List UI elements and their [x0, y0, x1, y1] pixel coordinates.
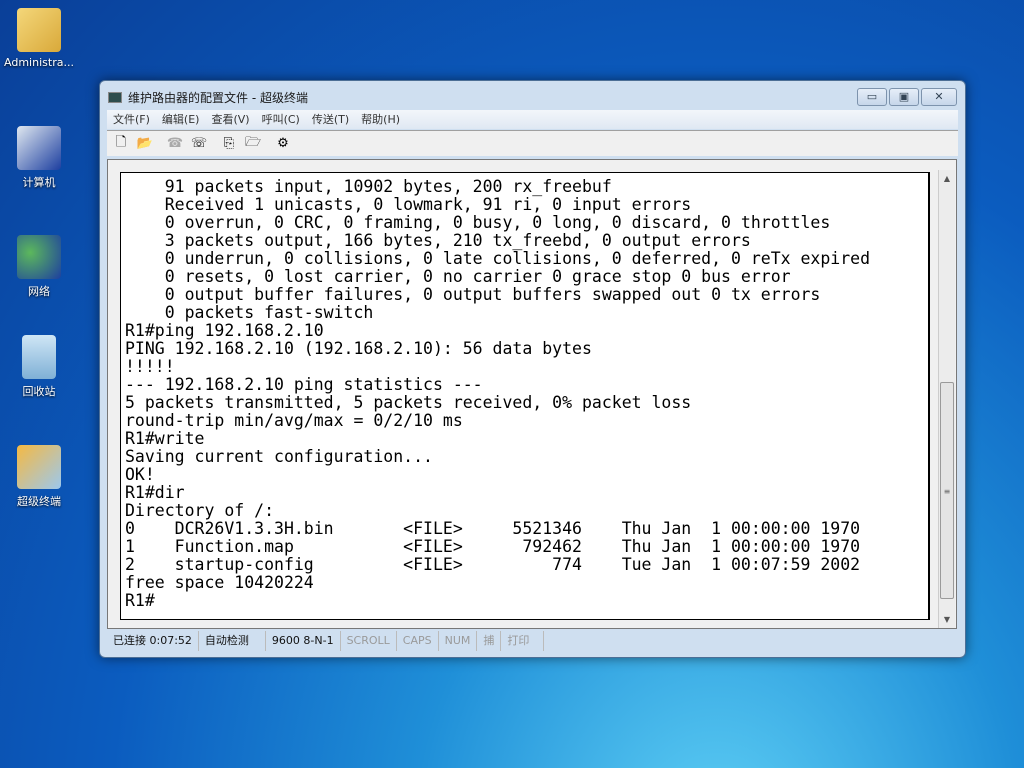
open-icon[interactable]: 📂	[136, 136, 154, 151]
terminal-line: 3 packets output, 166 bytes, 210 tx_free…	[125, 231, 751, 250]
desktop-icon-hyperterminal[interactable]: 超级终端	[1, 445, 77, 509]
terminal-line: Directory of /:	[125, 501, 275, 520]
terminal-line: R1#write	[125, 429, 205, 448]
terminal-line: 0 resets, 0 lost carrier, 0 no carrier 0…	[125, 267, 791, 286]
properties-icon[interactable]: ⚙	[274, 136, 292, 151]
status-num: NUM	[439, 631, 478, 651]
window-title: 维护路由器的配置文件 - 超级终端	[128, 91, 308, 105]
desktop-icon-administrator[interactable]: Administra...	[1, 8, 77, 69]
recycle-bin-icon	[22, 335, 56, 379]
title-bar[interactable]: 维护路由器的配置文件 - 超级终端	[108, 89, 308, 106]
menu-bar: 文件(F) 编辑(E) 查看(V) 呼叫(C) 传送(T) 帮助(H)	[107, 110, 958, 129]
terminal-line: Received 1 unicasts, 0 lowmark, 91 ri, 0…	[125, 195, 692, 214]
user-folder-icon	[17, 8, 61, 52]
network-icon	[17, 235, 61, 279]
terminal-line: OK!	[125, 465, 155, 484]
vertical-scrollbar[interactable]: ▲ ≡ ▼	[938, 170, 955, 628]
app-icon	[108, 92, 122, 103]
close-button[interactable]: ✕	[921, 88, 957, 106]
terminal-line: !!!!!	[125, 357, 175, 376]
hyperterminal-window: 维护路由器的配置文件 - 超级终端 ▭ ▣ ✕ 文件(F) 编辑(E) 查看(V…	[99, 80, 966, 658]
maximize-button[interactable]: ▣	[889, 88, 919, 106]
desktop-icon-computer[interactable]: 计算机	[1, 126, 77, 190]
hyperterminal-icon	[17, 445, 61, 489]
menu-transfer[interactable]: 传送(T)	[312, 110, 349, 129]
minimize-button[interactable]: ▭	[857, 88, 887, 106]
terminal-line: 0 underrun, 0 collisions, 0 late collisi…	[125, 249, 871, 268]
terminal-line: R1#dir	[125, 483, 185, 502]
terminal-line: 0 DCR26V1.3.3H.bin <FILE> 5521346 Thu Ja…	[125, 519, 861, 538]
terminal-line: free space 10420224	[125, 573, 314, 592]
terminal-line: Saving current configuration...	[125, 447, 433, 466]
terminal-line: R1#ping 192.168.2.10	[125, 321, 324, 340]
terminal-line: 0 overrun, 0 CRC, 0 framing, 0 busy, 0 l…	[125, 213, 831, 232]
terminal-line: 1 Function.map <FILE> 792462 Thu Jan 1 0…	[125, 537, 861, 556]
status-print: 打印	[501, 631, 545, 651]
status-capture: 捕	[477, 631, 502, 651]
menu-edit[interactable]: 编辑(E)	[162, 110, 200, 129]
computer-icon	[17, 126, 61, 170]
scrollbar-thumb[interactable]: ≡	[940, 382, 954, 599]
menu-view[interactable]: 查看(V)	[211, 110, 249, 129]
status-baud: 9600 8-N-1	[266, 631, 341, 651]
terminal-line: 91 packets input, 10902 bytes, 200 rx_fr…	[125, 177, 612, 196]
terminal-line: --- 192.168.2.10 ping statistics ---	[125, 375, 483, 394]
new-icon[interactable]: 🗋	[112, 133, 130, 155]
terminal-line: 5 packets transmitted, 5 packets receive…	[125, 393, 692, 412]
menu-call[interactable]: 呼叫(C)	[262, 110, 300, 129]
terminal-line: 2 startup-config <FILE> 774 Tue Jan 1 00…	[125, 555, 861, 574]
status-caps: CAPS	[397, 631, 439, 651]
disconnect-icon[interactable]: ☏	[190, 136, 208, 151]
desktop-icon-network[interactable]: 网络	[1, 235, 77, 299]
terminal-line: PING 192.168.2.10 (192.168.2.10): 56 dat…	[125, 339, 592, 358]
terminal-line: round-trip min/avg/max = 0/2/10 ms	[125, 411, 463, 430]
menu-help[interactable]: 帮助(H)	[361, 110, 400, 129]
menu-file[interactable]: 文件(F)	[113, 110, 150, 129]
receive-icon[interactable]: 🗁	[244, 133, 262, 155]
toolbar: 🗋 📂 ☎ ☏ ⎘ 🗁 ⚙	[107, 130, 958, 156]
terminal-line: R1#	[125, 591, 155, 610]
terminal-line: 0 packets fast-switch	[125, 303, 374, 322]
status-detect: 自动检测	[199, 631, 266, 651]
call-icon[interactable]: ☎	[166, 136, 184, 151]
terminal-output: 91 packets input, 10902 bytes, 200 rx_fr…	[125, 178, 870, 610]
desktop-icon-recycle-bin[interactable]: 回收站	[1, 335, 77, 399]
scroll-down-arrow-icon[interactable]: ▼	[939, 611, 955, 628]
terminal-line: 0 output buffer failures, 0 output buffe…	[125, 285, 821, 304]
terminal-area[interactable]: 91 packets input, 10902 bytes, 200 rx_fr…	[107, 159, 957, 629]
status-connected: 已连接 0:07:52	[107, 631, 199, 651]
terminal-screen[interactable]: 91 packets input, 10902 bytes, 200 rx_fr…	[120, 172, 930, 620]
scroll-up-arrow-icon[interactable]: ▲	[939, 170, 955, 187]
status-bar: 已连接 0:07:52 自动检测 9600 8-N-1 SCROLL CAPS …	[107, 631, 958, 651]
status-scroll: SCROLL	[341, 631, 397, 651]
send-icon[interactable]: ⎘	[220, 136, 238, 151]
